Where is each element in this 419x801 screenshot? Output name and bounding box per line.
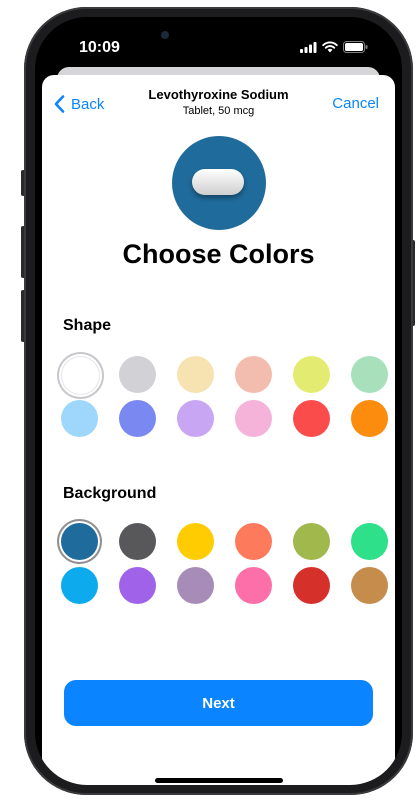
shape-swatch-white[interactable] (61, 356, 100, 395)
wifi-icon (322, 41, 338, 53)
background-swatch-coral[interactable] (235, 523, 272, 560)
background-swatch-sky-blue[interactable] (61, 567, 98, 604)
pill-icon (192, 169, 244, 195)
shape-swatch-pink[interactable] (235, 400, 272, 437)
shape-swatch-light-gray[interactable] (119, 356, 156, 393)
next-button[interactable]: Next (64, 680, 373, 726)
background-swatch-green[interactable] (351, 523, 388, 560)
cellular-signal-icon (300, 41, 317, 53)
page-title: Choose Colors (122, 239, 315, 269)
shape-swatch-lime[interactable] (293, 356, 330, 393)
shape-swatch-orange[interactable] (351, 400, 388, 437)
shape-swatch-cream[interactable] (177, 356, 214, 393)
background-swatch-dark-gray[interactable] (119, 523, 156, 560)
modal-sheet: Back Levothyroxine Sodium Tablet, 50 mcg… (42, 75, 395, 785)
shape-swatch-light-blue[interactable] (61, 400, 98, 437)
background-swatch-yellow[interactable] (177, 523, 214, 560)
background-swatch-olive[interactable] (293, 523, 330, 560)
battery-icon (343, 41, 368, 53)
pill-preview (172, 136, 266, 230)
shape-swatch-peach[interactable] (235, 356, 272, 393)
shape-swatch-red[interactable] (293, 400, 330, 437)
background-swatch-dark-blue[interactable] (61, 523, 98, 560)
front-camera (161, 31, 169, 39)
background-swatch-crimson[interactable] (293, 567, 330, 604)
shape-swatch-lavender[interactable] (177, 400, 214, 437)
background-swatch-mauve[interactable] (177, 567, 214, 604)
cancel-button[interactable]: Cancel (332, 95, 379, 112)
phone-screen: 10:09 Back Levothyroxine Sodium Tablet, … (35, 17, 402, 785)
background-swatch-hot-pink[interactable] (235, 567, 272, 604)
shape-section-label: Shape (63, 317, 112, 334)
home-indicator (155, 778, 283, 783)
background-swatch-purple[interactable] (119, 567, 156, 604)
background-swatch-bronze[interactable] (351, 567, 388, 604)
shape-swatch-mint[interactable] (351, 356, 388, 393)
status-icons (300, 41, 368, 53)
background-section-label: Background (63, 485, 157, 502)
shape-swatch-periwinkle[interactable] (119, 400, 156, 437)
status-time: 10:09 (79, 39, 120, 56)
